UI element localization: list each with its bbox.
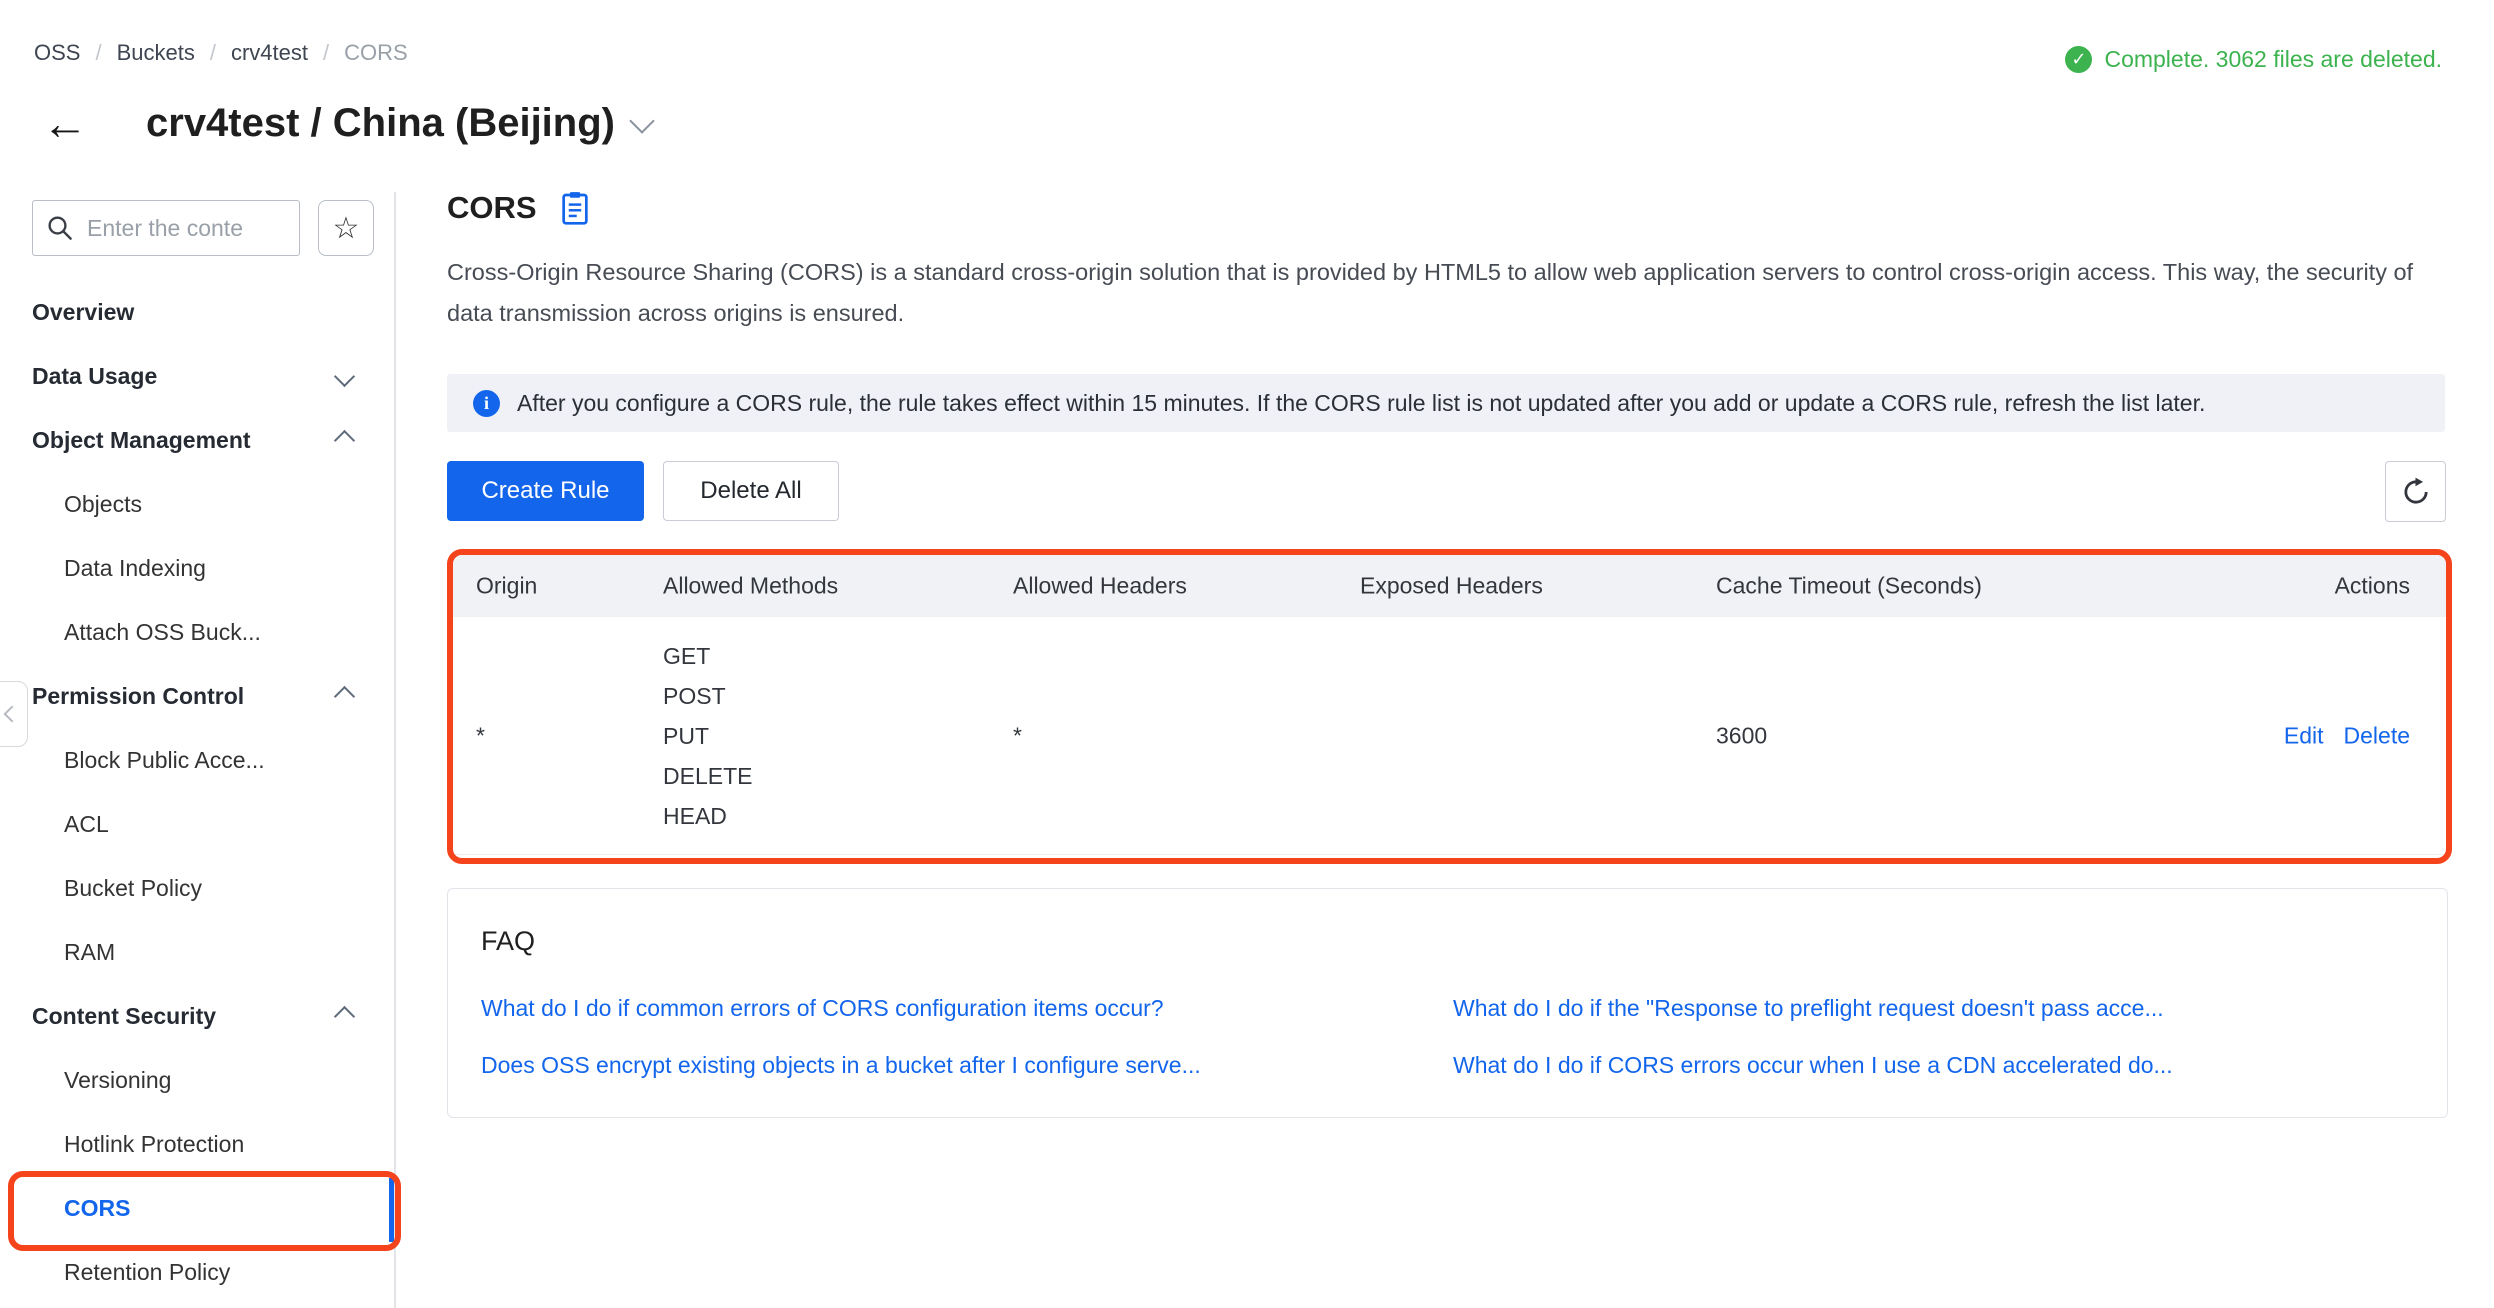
info-banner-text: After you configure a CORS rule, the rul…	[517, 390, 2205, 417]
sidebar-collapse-handle[interactable]	[0, 681, 28, 747]
cors-rules-table: Origin Allowed Methods Allowed Headers E…	[447, 549, 2452, 864]
faq-title: FAQ	[481, 926, 535, 957]
sidebar-item-object-management[interactable]: Object Management	[0, 408, 394, 472]
region-chevron-down-icon[interactable]	[629, 108, 654, 133]
delete-rule-link[interactable]: Delete	[2344, 722, 2410, 749]
sidebar-item-data-usage[interactable]: Data Usage	[0, 344, 394, 408]
table-row: * GET POST PUT DELETE HEAD * 3600 Edit D…	[453, 617, 2446, 855]
faq-link-cdn-cors-errors[interactable]: What do I do if CORS errors occur when I…	[1453, 1052, 2173, 1079]
sidebar-item-retention-policy[interactable]: Retention Policy	[0, 1240, 394, 1304]
sidebar-item-data-indexing[interactable]: Data Indexing	[0, 536, 394, 600]
breadcrumb-separator: /	[95, 40, 101, 66]
sidebar-search-row: ☆	[32, 200, 374, 256]
star-icon: ☆	[333, 211, 360, 246]
cell-origin: *	[476, 722, 485, 749]
clipboard-doc-icon[interactable]	[561, 191, 589, 225]
cell-allowed-methods: GET POST PUT DELETE HEAD	[663, 636, 752, 836]
sidebar-item-objects[interactable]: Objects	[0, 472, 394, 536]
sidebar-item-versioning[interactable]: Versioning	[0, 1048, 394, 1112]
edit-rule-link[interactable]: Edit	[2284, 722, 2324, 749]
col-header-origin: Origin	[476, 573, 537, 600]
col-header-cache-timeout: Cache Timeout (Seconds)	[1716, 573, 1982, 600]
cell-actions: Edit Delete	[2284, 722, 2410, 749]
faq-link-cors-config-errors[interactable]: What do I do if common errors of CORS co…	[481, 995, 1164, 1022]
sidebar-item-hotlink-protection[interactable]: Hotlink Protection	[0, 1112, 394, 1176]
refresh-button[interactable]	[2385, 461, 2446, 522]
sidebar-item-content-security[interactable]: Content Security	[0, 984, 394, 1048]
search-icon	[45, 213, 75, 243]
col-header-allowed-methods: Allowed Methods	[663, 573, 838, 600]
delete-all-button[interactable]: Delete All	[663, 461, 839, 521]
cors-description: Cross-Origin Resource Sharing (CORS) is …	[447, 252, 2447, 334]
refresh-icon	[2401, 477, 2431, 507]
create-rule-button[interactable]: Create Rule	[447, 461, 644, 521]
notification-text: Complete. 3062 files are deleted.	[2104, 46, 2442, 73]
info-banner: i After you configure a CORS rule, the r…	[447, 374, 2445, 432]
sidebar-item-bucket-policy[interactable]: Bucket Policy	[0, 856, 394, 920]
favorites-star-button[interactable]: ☆	[318, 200, 374, 256]
info-icon: i	[473, 390, 500, 417]
sidebar-item-overview[interactable]: Overview	[0, 280, 394, 344]
check-circle-icon: ✓	[2065, 46, 2092, 73]
section-title-row: CORS	[447, 190, 589, 226]
chevron-down-icon	[334, 365, 355, 386]
breadcrumb-bucket-name[interactable]: crv4test	[231, 40, 308, 66]
breadcrumb-separator: /	[323, 40, 329, 66]
breadcrumb: OSS / Buckets / crv4test / CORS	[34, 40, 408, 66]
table-header-row: Origin Allowed Methods Allowed Headers E…	[453, 555, 2446, 617]
sidebar-item-cors[interactable]: CORS	[0, 1176, 394, 1240]
chevron-up-icon	[334, 685, 355, 706]
chevron-left-icon	[4, 706, 21, 723]
chevron-up-icon	[334, 429, 355, 450]
sidebar-item-ram[interactable]: RAM	[0, 920, 394, 984]
chevron-up-icon	[334, 1005, 355, 1026]
success-notification: ✓ Complete. 3062 files are deleted.	[2065, 46, 2442, 73]
back-arrow-icon[interactable]: ←	[42, 100, 88, 146]
breadcrumb-separator: /	[210, 40, 216, 66]
sidebar-item-attach-oss-bucket[interactable]: Attach OSS Buck...	[0, 600, 394, 664]
oss-console-page: OSS / Buckets / crv4test / CORS ✓ Comple…	[0, 0, 2494, 1308]
section-title: CORS	[447, 190, 537, 226]
sidebar-search-box	[32, 200, 300, 256]
sidebar-divider	[394, 192, 396, 1308]
sidebar-item-block-public-access[interactable]: Block Public Acce...	[0, 728, 394, 792]
breadcrumb-oss[interactable]: OSS	[34, 40, 80, 66]
sidebar-active-indicator	[389, 1178, 394, 1242]
sidebar-nav: Overview Data Usage Object Management Ob…	[0, 280, 394, 1304]
faq-link-preflight-request[interactable]: What do I do if the "Response to preflig…	[1453, 995, 2164, 1022]
faq-card: FAQ What do I do if common errors of COR…	[447, 888, 2448, 1118]
sidebar-item-permission-control[interactable]: Permission Control	[0, 664, 394, 728]
col-header-actions: Actions	[2335, 573, 2410, 600]
page-title: crv4test / China (Beijing)	[146, 101, 615, 146]
col-header-exposed-headers: Exposed Headers	[1360, 573, 1543, 600]
breadcrumb-buckets[interactable]: Buckets	[117, 40, 195, 66]
page-header: ← crv4test / China (Beijing)	[42, 100, 651, 146]
col-header-allowed-headers: Allowed Headers	[1013, 573, 1187, 600]
breadcrumb-current-cors: CORS	[344, 40, 408, 66]
sidebar-item-acl[interactable]: ACL	[0, 792, 394, 856]
cell-allowed-headers: *	[1013, 722, 1022, 749]
cell-cache-timeout: 3600	[1716, 722, 1767, 749]
faq-link-oss-encrypt[interactable]: Does OSS encrypt existing objects in a b…	[481, 1052, 1201, 1079]
